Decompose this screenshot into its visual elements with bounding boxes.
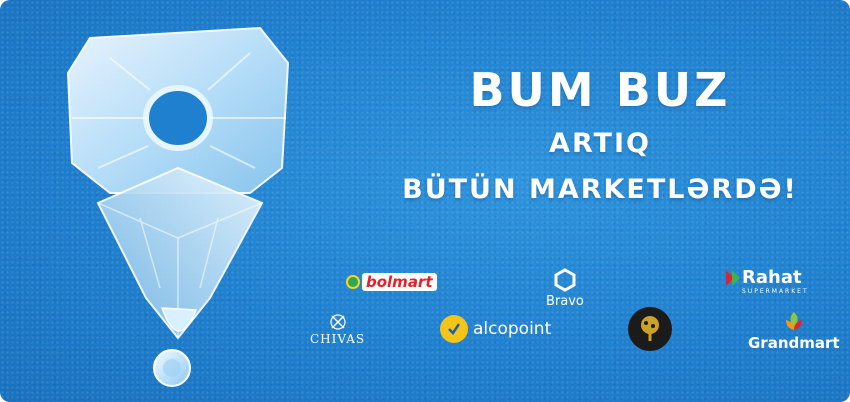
- banner-title: BUM BUZ: [469, 63, 731, 117]
- rahat-arrow-icon: [726, 269, 740, 286]
- alcopoint-logo: alcopoint: [440, 315, 551, 343]
- chivas-crest-icon: [329, 314, 346, 330]
- promo-banner: BUM BUZ ARTIQ BÜTÜN MARKETLƏRDƏ! bolmart…: [0, 0, 850, 402]
- bolmart-logo-text: bolmart: [362, 273, 437, 291]
- alcopoint-check-icon: [440, 315, 468, 343]
- tree-logo-icon: [628, 307, 672, 351]
- tree-logo: [628, 307, 672, 351]
- bravo-hexagon-icon: [554, 268, 576, 292]
- grandmart-leaf-icon: [785, 312, 802, 330]
- headline: BUM BUZ ARTIQ BÜTÜN MARKETLƏRDƏ!: [400, 62, 800, 208]
- rahat-logo-subtext: SUPERMARKET: [742, 288, 809, 295]
- bolmart-logo: bolmart: [346, 273, 437, 291]
- rahat-logo: Rahat SUPERMARKET: [726, 267, 809, 295]
- bravo-logo-text: Bravo: [546, 294, 584, 309]
- grandmart-logo-text: Grandmart: [748, 334, 840, 352]
- banner-subtitle-line2: BÜTÜN MARKETLƏRDƏ!: [402, 174, 798, 205]
- chivas-logo-text: CHIVAS: [310, 332, 366, 346]
- bolmart-logo-icon: [346, 275, 360, 289]
- bravo-logo: Bravo: [546, 268, 584, 309]
- rahat-logo-text: Rahat: [742, 267, 802, 288]
- grandmart-logo: Grandmart: [748, 310, 840, 352]
- chivas-logo: CHIVAS: [310, 312, 365, 346]
- banner-subtitle-line1: ARTIQ: [549, 128, 651, 159]
- ice-exclamation-icon: [66, 26, 290, 387]
- alcopoint-logo-text: alcopoint: [473, 319, 552, 339]
